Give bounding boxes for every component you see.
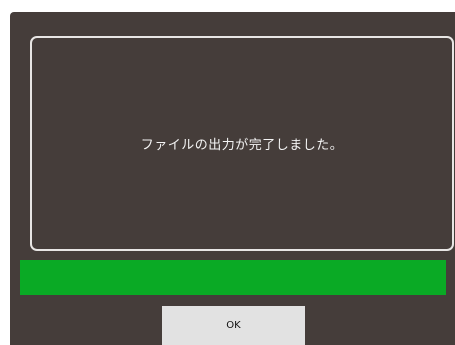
progress-bar [20, 260, 446, 295]
export-complete-dialog: ファイルの出力が完了しました。 [10, 12, 455, 345]
completion-message: ファイルの出力が完了しました。 [140, 138, 344, 153]
message-panel: ファイルの出力が完了しました。 [30, 36, 454, 251]
ok-button[interactable]: OK [162, 306, 305, 345]
progress-bar-fill [20, 260, 446, 295]
